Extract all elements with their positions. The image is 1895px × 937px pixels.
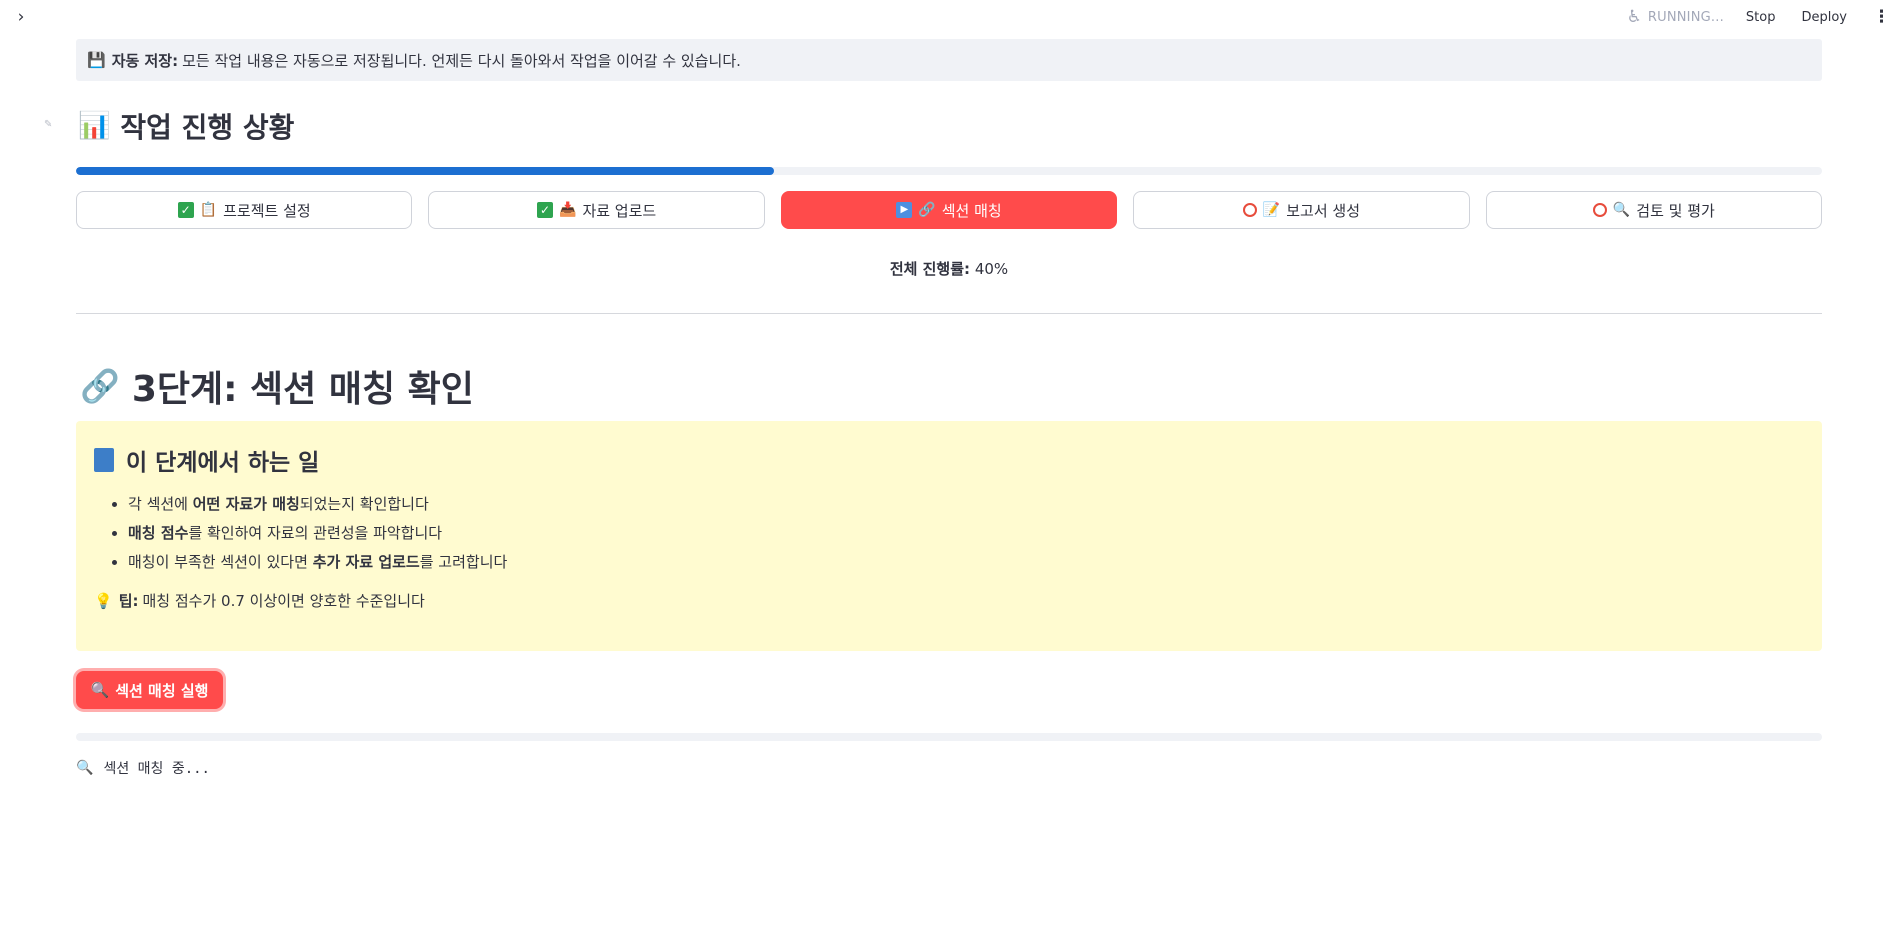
step-label: 보고서 생성 xyxy=(1286,201,1361,220)
run-button-label: 섹션 매칭 실행 xyxy=(115,681,209,700)
overall-progress-label: 전체 진행률: xyxy=(889,260,971,278)
bullet-bold: 어떤 자료가 매칭 xyxy=(192,495,300,513)
memo-icon: 📝 xyxy=(1262,202,1281,218)
running-message-text: 섹션 매칭 중... xyxy=(103,761,210,777)
check-mark-icon: ✓ xyxy=(537,202,553,218)
list-item: 매칭 점수를 확인하여 자료의 관련성을 파악합니다 xyxy=(128,524,1804,542)
progress-bar xyxy=(76,167,1822,175)
info-box-title: 이 단계에서 하는 일 xyxy=(126,450,320,476)
step-button-section-matching[interactable]: ▶ 🔗 섹션 매칭 xyxy=(780,191,1118,229)
bullet-bold: 추가 자료 업로드 xyxy=(312,553,420,571)
running-status: RUNNING... xyxy=(1647,9,1724,25)
check-mark-icon: ✓ xyxy=(177,202,194,218)
bullet-bold: 매칭 점수 xyxy=(128,524,189,542)
chevron-right-icon[interactable]: › xyxy=(10,6,32,28)
step-button-upload[interactable]: ✓ 📥 자료 업로드 xyxy=(428,191,765,229)
step-label: 섹션 매칭 xyxy=(941,201,1002,220)
hollow-circle-icon xyxy=(1592,203,1607,217)
step-buttons: ✓ 📋 프로젝트 설정 ✓ 📥 자료 업로드 ▶ 🔗 섹션 매칭 📝 보고서 생… xyxy=(76,191,1823,229)
top-toolbar: › ♿ RUNNING... Stop Deploy ⋮ xyxy=(0,0,1895,34)
floppy-disk-icon: 💾 xyxy=(87,51,106,69)
list-item: 매칭이 부족한 섹션이 있다면 추가 자료 업로드를 고려합니다 xyxy=(128,553,1804,571)
info-list: 각 섹션에 어떤 자료가 매칭되었는지 확인합니다 매칭 점수를 확인하여 자료… xyxy=(94,495,1804,571)
step-button-report-generation[interactable]: 📝 보고서 생성 xyxy=(1133,191,1470,229)
autosave-banner: 💾 자동 저장: 모든 작업 내용은 자동으로 저장됩니다. 언제든 다시 돌아… xyxy=(76,39,1822,81)
running-person-icon: ♿ xyxy=(1626,7,1642,27)
bullet-text: 매칭이 부족한 섹션이 있다면 xyxy=(128,553,313,571)
inbox-tray-icon: 📥 xyxy=(559,202,577,218)
magnifier-icon: 🔍 xyxy=(1612,202,1631,218)
light-bulb-icon: 💡 xyxy=(94,591,113,610)
autosave-text: 모든 작업 내용은 자동으로 저장됩니다. 언제든 다시 돌아와서 작업을 이어… xyxy=(182,51,741,70)
bullet-text: 각 섹션에 xyxy=(128,495,193,513)
info-box-heading: 이 단계에서 하는 일 xyxy=(94,443,1804,477)
link-icon: 🔗 xyxy=(918,202,936,218)
tip: 💡 팁: 매칭 점수가 0.7 이상이면 양호한 수준입니다 xyxy=(94,590,1804,611)
bullet-text: 를 고려합니다 xyxy=(419,553,508,571)
autosave-label: 자동 저장: xyxy=(111,51,179,70)
run-section-matching-button[interactable]: 🔍 섹션 매칭 실행 xyxy=(76,671,223,709)
bar-chart-icon: 📊 xyxy=(78,111,111,141)
magnifier-icon: 🔍 xyxy=(90,681,110,699)
magnifier-icon: 🔍 xyxy=(76,760,94,776)
info-box: 이 단계에서 하는 일 각 섹션에 어떤 자료가 매칭되었는지 확인합니다 매칭… xyxy=(76,421,1822,651)
step-button-project-setup[interactable]: ✓ 📋 프로젝트 설정 xyxy=(76,191,413,229)
overall-progress: 전체 진행률: 40% xyxy=(76,258,1822,279)
link-icon: 🔗 xyxy=(80,367,120,405)
divider xyxy=(76,313,1822,314)
bullet-text: 를 확인하여 자료의 관련성을 파악합니다 xyxy=(188,524,443,542)
progress-heading: 📊 작업 진행 상황 xyxy=(78,106,294,146)
list-item: 각 섹션에 어떤 자료가 매칭되었는지 확인합니다 xyxy=(128,495,1804,513)
blue-book-icon xyxy=(94,448,114,472)
step-label: 프로젝트 설정 xyxy=(223,201,311,220)
running-message: 🔍 섹션 매칭 중... xyxy=(76,758,210,778)
hollow-circle-icon xyxy=(1242,203,1257,217)
step-title: 3단계: 섹션 매칭 확인 xyxy=(131,369,474,410)
deploy-button[interactable]: Deploy xyxy=(1801,10,1847,25)
bullet-text: 되었는지 확인합니다 xyxy=(299,495,429,513)
progress-bar-fill xyxy=(76,167,775,175)
pencil-mark-icon: ✎ xyxy=(44,119,53,130)
app-status-group: ♿ RUNNING... Stop Deploy ⋮ xyxy=(1627,0,1895,34)
step-label: 검토 및 평가 xyxy=(1636,201,1715,220)
tip-text: 매칭 점수가 0.7 이상이면 양호한 수준입니다 xyxy=(142,592,425,610)
tip-label: 팁: xyxy=(118,592,139,610)
matching-progress-bar xyxy=(76,733,1822,741)
step-heading: 🔗 3단계: 섹션 매칭 확인 xyxy=(80,360,474,412)
stop-button[interactable]: Stop xyxy=(1746,10,1776,25)
step-label: 자료 업로드 xyxy=(582,201,657,220)
overall-progress-value: 40% xyxy=(974,260,1009,278)
play-icon: ▶ xyxy=(896,202,913,218)
vertical-ellipsis-icon[interactable]: ⋮ xyxy=(1873,7,1890,27)
clipboard-icon: 📋 xyxy=(199,202,218,218)
progress-title: 작업 진행 상황 xyxy=(120,111,295,144)
step-button-review[interactable]: 🔍 검토 및 평가 xyxy=(1485,191,1823,229)
